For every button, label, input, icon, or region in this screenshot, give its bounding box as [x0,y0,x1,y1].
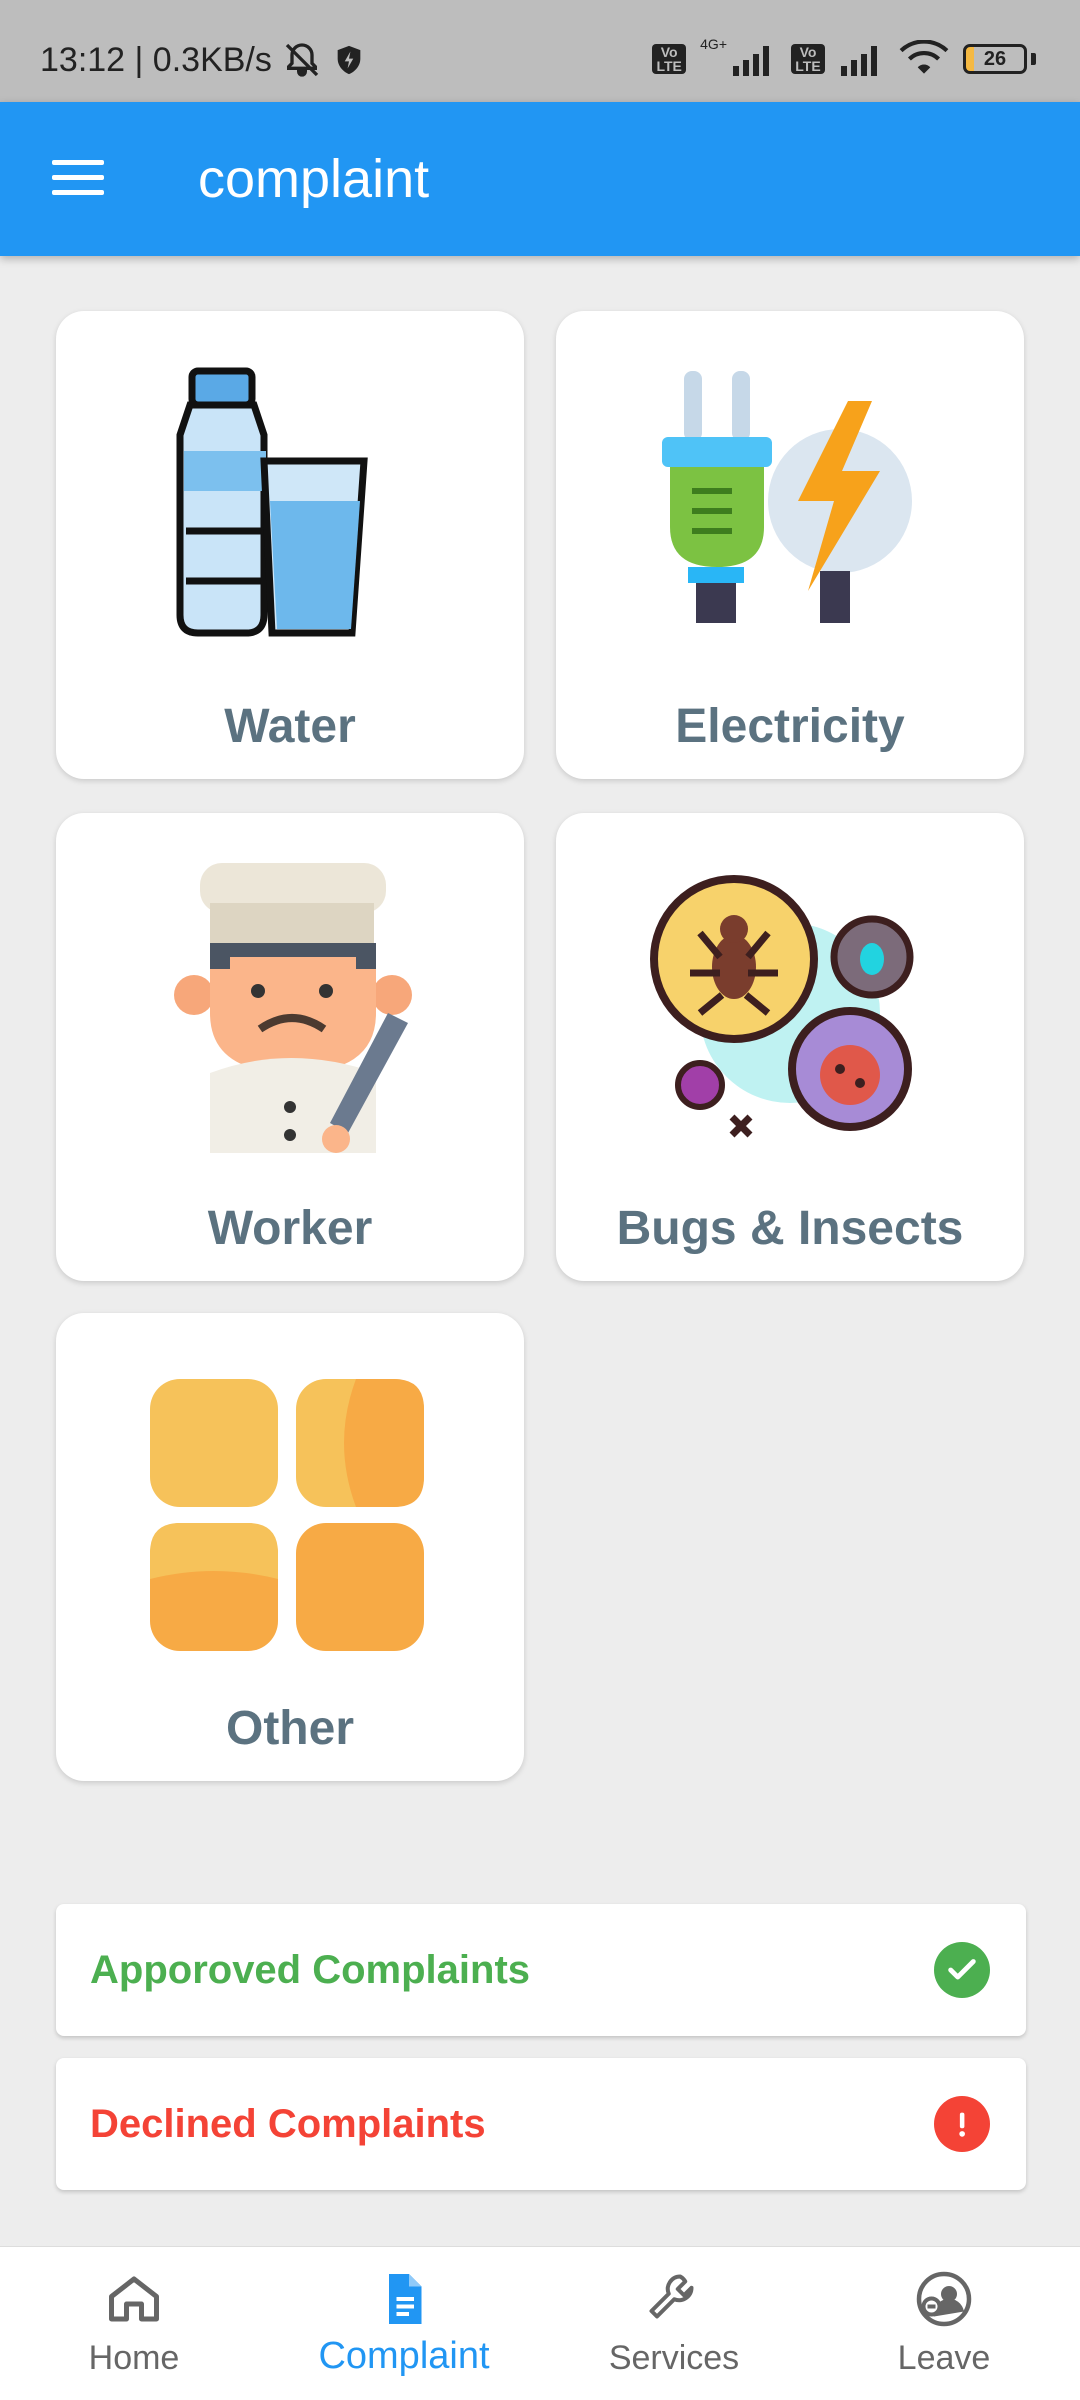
category-card-water[interactable]: Water [56,311,524,779]
volte-badge-2: Vo LTE [791,44,825,74]
declined-complaints-label: Declined Complaints [90,2102,486,2146]
user-minus-icon [916,2271,972,2327]
volte-badge-1: Vo LTE [652,44,687,74]
four-squares-icon [150,1379,424,1651]
status-right: Vo LTE 4G+ Vo LTE 26 [652,36,1036,78]
app-bar: complaint [0,102,1080,256]
battery-tip [1031,53,1036,65]
status-bar: 13:12 | 0.3KB/s Vo LTE 4G+ Vo LTE 26 [0,0,1080,102]
page-title: complaint [198,149,430,209]
nav-services[interactable]: Services [574,2269,774,2378]
bottom-navigation: Home Complaint Services Leave [0,2246,1080,2400]
category-card-other[interactable]: Other [56,1313,524,1781]
home-icon [109,2276,159,2322]
approved-complaints-row[interactable]: Apporoved Complaints [56,1904,1026,2036]
wrench-icon [649,2274,694,2319]
category-label: Electricity [675,700,905,753]
signal-icon-1 [733,46,769,76]
nav-leave-label: Leave [897,2339,991,2377]
status-left: 13:12 | 0.3KB/s [40,40,366,80]
category-card-bugs[interactable]: Bugs & Insects [556,813,1024,1281]
exclamation-circle-icon [934,2096,990,2152]
category-card-worker[interactable]: Worker [56,813,524,1281]
document-icon [389,2274,422,2324]
nav-home[interactable]: Home [34,2269,234,2378]
nav-leave[interactable]: Leave [844,2269,1044,2378]
network-4g-label: 4G+ [700,36,727,52]
shield-icon [337,45,361,75]
hamburger-menu-icon[interactable] [52,160,104,200]
time-speed-text: 13:12 | 0.3KB/s [40,40,272,79]
category-label: Water [224,700,356,753]
battery-indicator: 26 [963,44,1027,74]
category-label: Bugs & Insects [616,1202,964,1255]
approved-complaints-label: Apporoved Complaints [90,1948,531,1992]
category-label: Worker [207,1202,373,1255]
chef-worker-icon [174,863,412,1153]
mute-bell-icon [285,43,319,77]
wifi-icon [899,40,949,74]
nav-complaint-label: Complaint [318,2335,490,2377]
nav-complaint[interactable]: Complaint [304,2269,504,2378]
signal-icon-2 [841,46,877,76]
category-label: Other [225,1702,354,1755]
category-card-electricity[interactable]: Electricity [556,311,1024,779]
water-bottle-glass-icon [176,367,368,637]
check-circle-icon [934,1942,990,1998]
bugs-insects-icon [650,875,914,1138]
nav-home-label: Home [88,2339,180,2377]
declined-complaints-row[interactable]: Declined Complaints [56,2058,1026,2190]
plug-lightning-icon [662,371,912,623]
nav-services-label: Services [608,2339,740,2377]
